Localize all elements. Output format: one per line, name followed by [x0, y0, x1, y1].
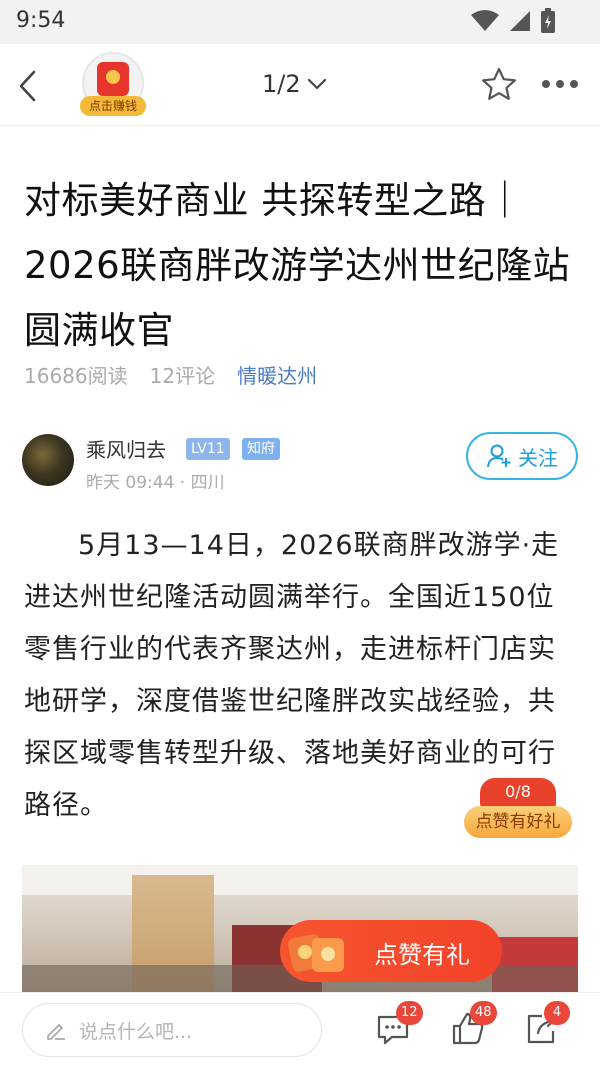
add-user-icon	[487, 444, 511, 468]
comment-input[interactable]: 说点什么吧...	[22, 1003, 322, 1057]
red-packet-icon	[288, 934, 344, 972]
status-bar: 9:54	[0, 0, 600, 44]
top-nav-bar: 点击赚钱 1/2	[0, 44, 600, 126]
comment-placeholder: 说点什么吧...	[79, 1020, 193, 1043]
photo-ceiling	[22, 865, 578, 895]
page-indicator-text: 1/2	[262, 70, 301, 98]
article-headline: 对标美好商业 共探转型之路｜2026联商胖改游学达州世纪隆站圆满收官	[24, 179, 571, 352]
reward-label: 点赞有好礼	[464, 806, 572, 838]
pen-icon	[47, 1024, 65, 1040]
more-dot	[570, 80, 578, 88]
like-count-badge: 48	[470, 1001, 497, 1025]
more-options-icon[interactable]	[542, 80, 582, 92]
author-name[interactable]: 乘风归去	[86, 434, 166, 463]
like-reward-bubble[interactable]: 0/8 点赞有好礼	[464, 778, 572, 840]
like-banner-label: 点赞有礼	[374, 941, 470, 969]
post-time-location: 昨天 09:44 · 四川	[86, 473, 225, 493]
level-badge: LV11	[186, 438, 230, 460]
share-count-badge: 4	[544, 1001, 570, 1025]
signal-icon	[510, 11, 530, 31]
reward-count: 0/8	[480, 778, 556, 808]
favorite-star-icon[interactable]	[480, 66, 518, 104]
comment-button[interactable]: 12	[374, 1001, 423, 1049]
more-dot	[542, 80, 550, 88]
bottom-action-bar: 说点什么吧... 12 48 4	[0, 992, 600, 1066]
page-indicator[interactable]: 1/2	[262, 70, 327, 98]
promo-label: 点击赚钱	[80, 96, 146, 116]
comment-count-badge: 12	[396, 1001, 423, 1025]
more-dot	[556, 80, 564, 88]
red-packet-icon	[97, 62, 129, 96]
role-badge: 知府	[242, 438, 280, 460]
topic-link[interactable]: 情暖达州	[237, 360, 317, 389]
follow-button[interactable]: 关注	[466, 432, 578, 480]
share-button[interactable]: 4	[522, 1001, 570, 1049]
like-button[interactable]: 48	[448, 1001, 497, 1049]
battery-icon	[541, 8, 555, 33]
wifi-icon	[471, 10, 499, 31]
read-count: 16686阅读	[24, 364, 128, 388]
status-icons	[470, 8, 556, 34]
chevron-down-icon	[307, 78, 326, 90]
article-meta: 16686阅读 12评论 情暖达州	[24, 360, 317, 389]
earn-money-promo[interactable]: 点击赚钱	[80, 52, 146, 118]
follow-label: 关注	[518, 445, 558, 470]
back-arrow-icon[interactable]	[14, 68, 42, 104]
comment-count-text[interactable]: 12评论	[150, 360, 215, 389]
status-time: 9:54	[16, 8, 66, 33]
like-reward-banner[interactable]: 点赞有礼	[280, 920, 502, 982]
avatar[interactable]	[22, 434, 74, 486]
author-row: 乘风归去 LV11 知府 昨天 09:44 · 四川 关注	[22, 432, 578, 493]
